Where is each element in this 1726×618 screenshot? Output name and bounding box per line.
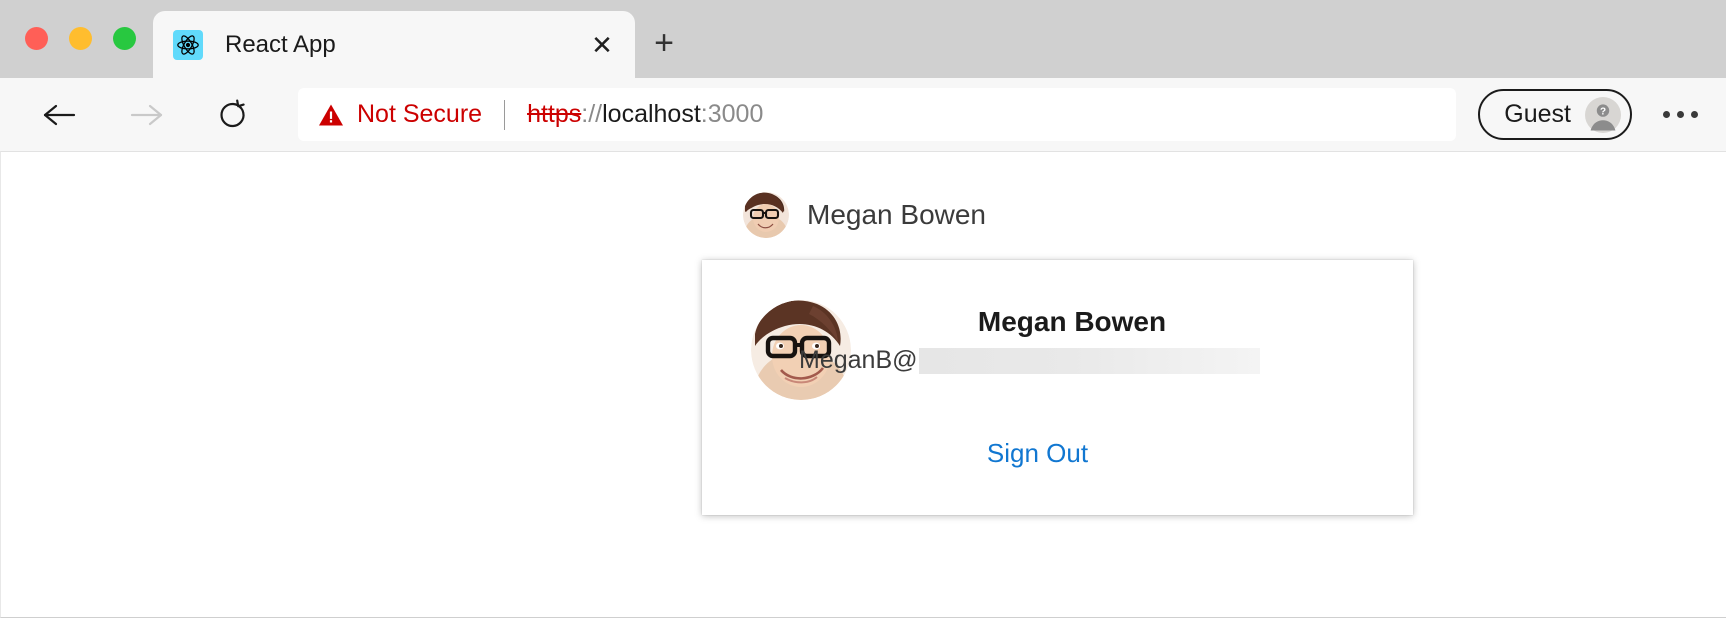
redacted-email-domain xyxy=(918,347,1260,374)
menu-dot xyxy=(1676,111,1684,118)
plus-icon[interactable]: + xyxy=(645,24,683,62)
tab-strip: React App ✕ + xyxy=(0,0,1726,78)
window-maximize-button[interactable] xyxy=(113,27,136,50)
profile-card: Megan Bowen MeganB@ Sign Out xyxy=(702,260,1413,515)
url-port: :3000 xyxy=(700,100,764,128)
profile-card-email: MeganB@ xyxy=(799,346,1413,375)
profile-label: Guest xyxy=(1504,100,1571,128)
more-horizontal-icon[interactable] xyxy=(1654,89,1706,141)
reload-icon[interactable] xyxy=(204,87,260,143)
omnibox-divider xyxy=(504,99,506,130)
profile-card-name: Megan Bowen xyxy=(977,306,1167,337)
url-text: https://localhost:3000 xyxy=(527,100,763,129)
profile-card-identity: Megan Bowen MeganB@ xyxy=(799,300,1413,375)
url-scheme: https xyxy=(527,100,582,128)
user-photo-avatar xyxy=(743,192,789,238)
window-close-button[interactable] xyxy=(25,27,48,50)
guest-avatar-icon: ? xyxy=(1585,96,1621,133)
window-controls xyxy=(25,27,136,50)
svg-text:?: ? xyxy=(1600,106,1606,117)
browser-window: React App ✕ + Not Secure https://localho… xyxy=(0,0,1726,618)
signout-container: Sign Out xyxy=(702,438,1413,469)
arrow-right-icon xyxy=(118,87,174,143)
url-separator: :// xyxy=(581,100,603,128)
profile-button-guest[interactable]: Guest ? xyxy=(1478,89,1632,140)
sign-out-link[interactable]: Sign Out xyxy=(987,438,1088,468)
browser-toolbar: Not Secure https://localhost:3000 Guest … xyxy=(0,78,1726,151)
profile-card-body: Megan Bowen MeganB@ xyxy=(702,260,1413,400)
menu-dot xyxy=(1690,111,1698,118)
page-viewport: Megan Bowen Megan Bowen MeganB@ Sign Out xyxy=(0,151,1726,618)
close-icon[interactable]: ✕ xyxy=(585,28,619,62)
tab-title: React App xyxy=(225,30,336,58)
browser-tab-react-app[interactable]: React App ✕ xyxy=(153,11,635,78)
menu-dot xyxy=(1662,111,1670,118)
user-header-name: Megan Bowen xyxy=(807,199,987,230)
signed-in-user-header: Megan Bowen xyxy=(743,192,986,238)
warning-triangle-icon[interactable] xyxy=(318,103,344,127)
profile-card-email-prefix: MeganB@ xyxy=(799,346,918,374)
security-status-label: Not Secure xyxy=(357,100,483,128)
arrow-left-icon[interactable] xyxy=(32,87,88,143)
address-bar[interactable]: Not Secure https://localhost:3000 xyxy=(298,88,1457,141)
window-minimize-button[interactable] xyxy=(69,27,92,50)
react-logo-icon xyxy=(173,29,203,60)
url-host: localhost xyxy=(602,100,701,128)
